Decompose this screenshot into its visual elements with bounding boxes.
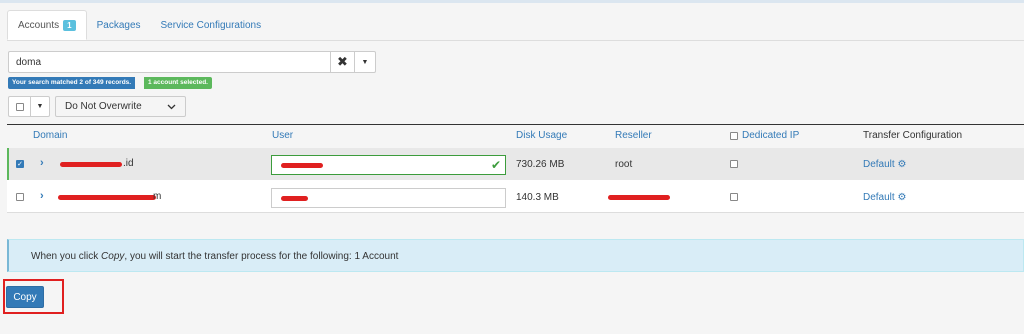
redacted-domain bbox=[60, 162, 122, 167]
bulk-select-dropdown[interactable]: ▼ bbox=[31, 96, 50, 117]
overwrite-select-value: Do Not Overwrite bbox=[65, 101, 142, 112]
info-suffix: , you will start the transfer process fo… bbox=[124, 251, 399, 262]
col-user[interactable]: User bbox=[272, 130, 293, 141]
redacted-reseller bbox=[608, 195, 670, 200]
gears-icon: ⚙ bbox=[897, 192, 907, 203]
info-prefix: When you click bbox=[31, 251, 102, 262]
tab-packages-label: Packages bbox=[96, 19, 141, 31]
transfer-config-label: Default bbox=[863, 192, 895, 203]
expand-chevron-icon[interactable]: › bbox=[40, 190, 44, 202]
transfer-config-label: Default bbox=[863, 159, 895, 170]
tab-service-configurations-label: Service Configurations bbox=[160, 19, 262, 31]
table-top-border bbox=[7, 124, 1024, 125]
selected-count-badge: 1 account selected. bbox=[144, 77, 212, 89]
dedicated-ip-checkbox[interactable] bbox=[730, 193, 738, 201]
dedicated-ip-checkbox[interactable] bbox=[730, 160, 738, 168]
tab-packages[interactable]: Packages bbox=[87, 10, 151, 40]
clear-search-button[interactable]: ✖ bbox=[331, 51, 355, 73]
caret-down-icon: ▼ bbox=[361, 58, 369, 66]
search-options-button[interactable]: ▼ bbox=[355, 51, 376, 73]
transfer-info-alert: When you click Copy, you will start the … bbox=[7, 239, 1024, 272]
disk-usage: 140.3 MB bbox=[516, 192, 559, 203]
expand-chevron-icon[interactable]: › bbox=[40, 157, 44, 169]
tab-accounts[interactable]: Accounts 1 bbox=[7, 10, 87, 40]
row-checkbox[interactable] bbox=[16, 193, 24, 201]
col-domain[interactable]: Domain bbox=[33, 130, 67, 141]
checkbox-icon bbox=[15, 102, 24, 111]
domain-suffix: m bbox=[153, 191, 162, 202]
transfer-config-link[interactable]: Default ⚙ bbox=[863, 159, 906, 170]
row-checkbox[interactable]: ✓ bbox=[16, 160, 24, 168]
chevron-down-icon bbox=[167, 104, 176, 109]
col-reseller[interactable]: Reseller bbox=[615, 130, 652, 141]
check-icon: ✔ bbox=[490, 158, 501, 172]
tab-bar: Accounts 1 Packages Service Configuratio… bbox=[7, 10, 271, 40]
redacted-domain bbox=[58, 195, 156, 200]
search-input[interactable] bbox=[8, 51, 331, 73]
select-all-checkbox[interactable] bbox=[8, 96, 31, 117]
caret-down-icon: ▼ bbox=[36, 103, 44, 110]
col-dedicated-ip[interactable]: Dedicated IP bbox=[730, 130, 799, 141]
redacted-username bbox=[281, 196, 308, 201]
info-emphasis: Copy bbox=[101, 251, 125, 262]
tabs-divider bbox=[7, 40, 1024, 41]
tab-service-configurations[interactable]: Service Configurations bbox=[151, 10, 272, 40]
tab-accounts-label: Accounts bbox=[18, 19, 60, 31]
reseller: root bbox=[615, 159, 633, 170]
disk-usage: 730.26 MB bbox=[516, 159, 565, 170]
close-icon: ✖ bbox=[337, 54, 348, 69]
row-divider bbox=[7, 212, 1024, 213]
dedicated-ip-all-checkbox[interactable] bbox=[730, 131, 738, 140]
transfer-config-link[interactable]: Default ⚙ bbox=[863, 192, 906, 203]
search-match-badge: Your search matched 2 of 349 records. bbox=[8, 77, 136, 89]
col-disk-usage[interactable]: Disk Usage bbox=[516, 130, 567, 141]
copy-button[interactable]: Copy bbox=[6, 286, 44, 308]
domain-suffix: .id bbox=[123, 158, 134, 169]
username-input[interactable]: ✔ bbox=[271, 155, 506, 175]
accounts-count-badge: 1 bbox=[63, 19, 76, 31]
overwrite-select[interactable]: Do Not Overwrite bbox=[55, 96, 186, 117]
username-input[interactable] bbox=[271, 188, 506, 208]
col-transfer-configuration: Transfer Configuration bbox=[863, 130, 963, 141]
top-border bbox=[0, 0, 1024, 3]
col-dedicated-ip-label: Dedicated IP bbox=[742, 130, 800, 141]
redacted-username bbox=[281, 163, 323, 168]
gears-icon: ⚙ bbox=[897, 159, 907, 170]
